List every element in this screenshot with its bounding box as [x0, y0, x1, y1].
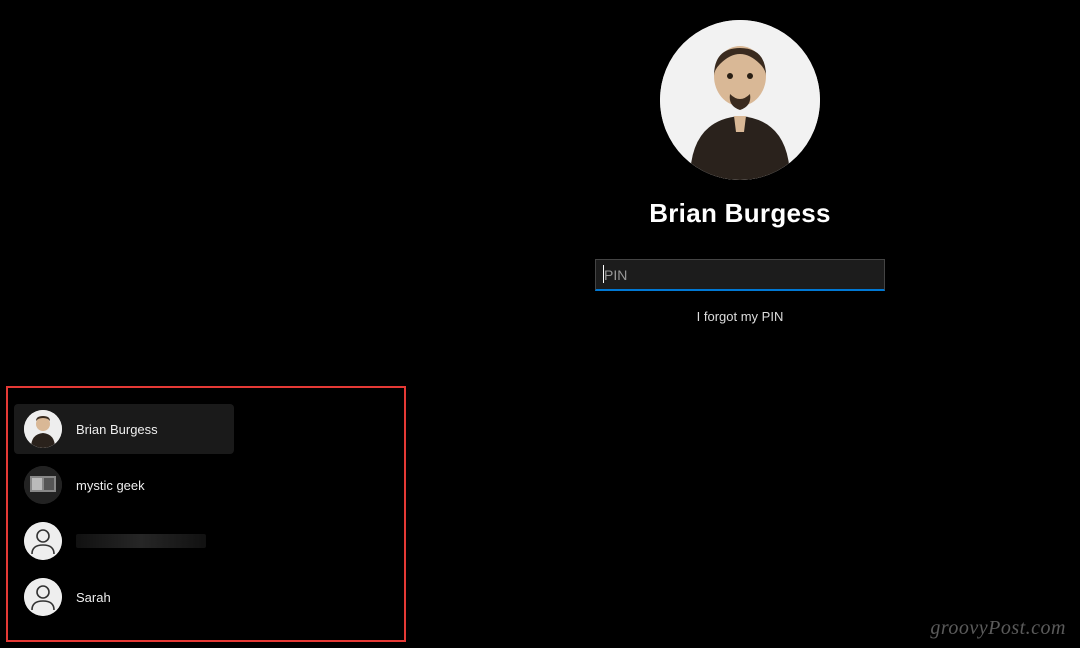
forgot-pin-link[interactable]: I forgot my PIN	[697, 309, 784, 324]
person-icon	[24, 522, 62, 560]
user-switcher-panel: Brian Burgess mystic geek	[6, 386, 406, 642]
user-item-label: Sarah	[76, 590, 111, 605]
person-photo-icon	[24, 410, 62, 448]
user-switch-item-brian[interactable]: Brian Burgess	[14, 404, 234, 454]
user-switch-item-mystic[interactable]: mystic geek	[14, 460, 234, 510]
login-panel: Brian Burgess I forgot my PIN	[490, 20, 990, 324]
avatar	[24, 410, 62, 448]
avatar	[24, 522, 62, 560]
person-photo-icon	[660, 20, 820, 180]
user-switch-item-sarah[interactable]: Sarah	[14, 572, 234, 622]
user-item-label: Brian Burgess	[76, 422, 158, 437]
person-icon	[24, 578, 62, 616]
avatar	[24, 578, 62, 616]
user-avatar-large	[660, 20, 820, 180]
user-item-label: mystic geek	[76, 478, 145, 493]
photo-icon	[24, 466, 62, 504]
user-switch-item-redacted[interactable]	[14, 516, 234, 566]
pin-input-wrapper	[595, 259, 885, 291]
watermark-text: groovyPost.com	[930, 617, 1066, 640]
redacted-label	[76, 534, 206, 548]
text-cursor	[603, 265, 604, 283]
pin-input[interactable]	[595, 259, 885, 291]
avatar	[24, 466, 62, 504]
user-display-name: Brian Burgess	[649, 198, 831, 229]
